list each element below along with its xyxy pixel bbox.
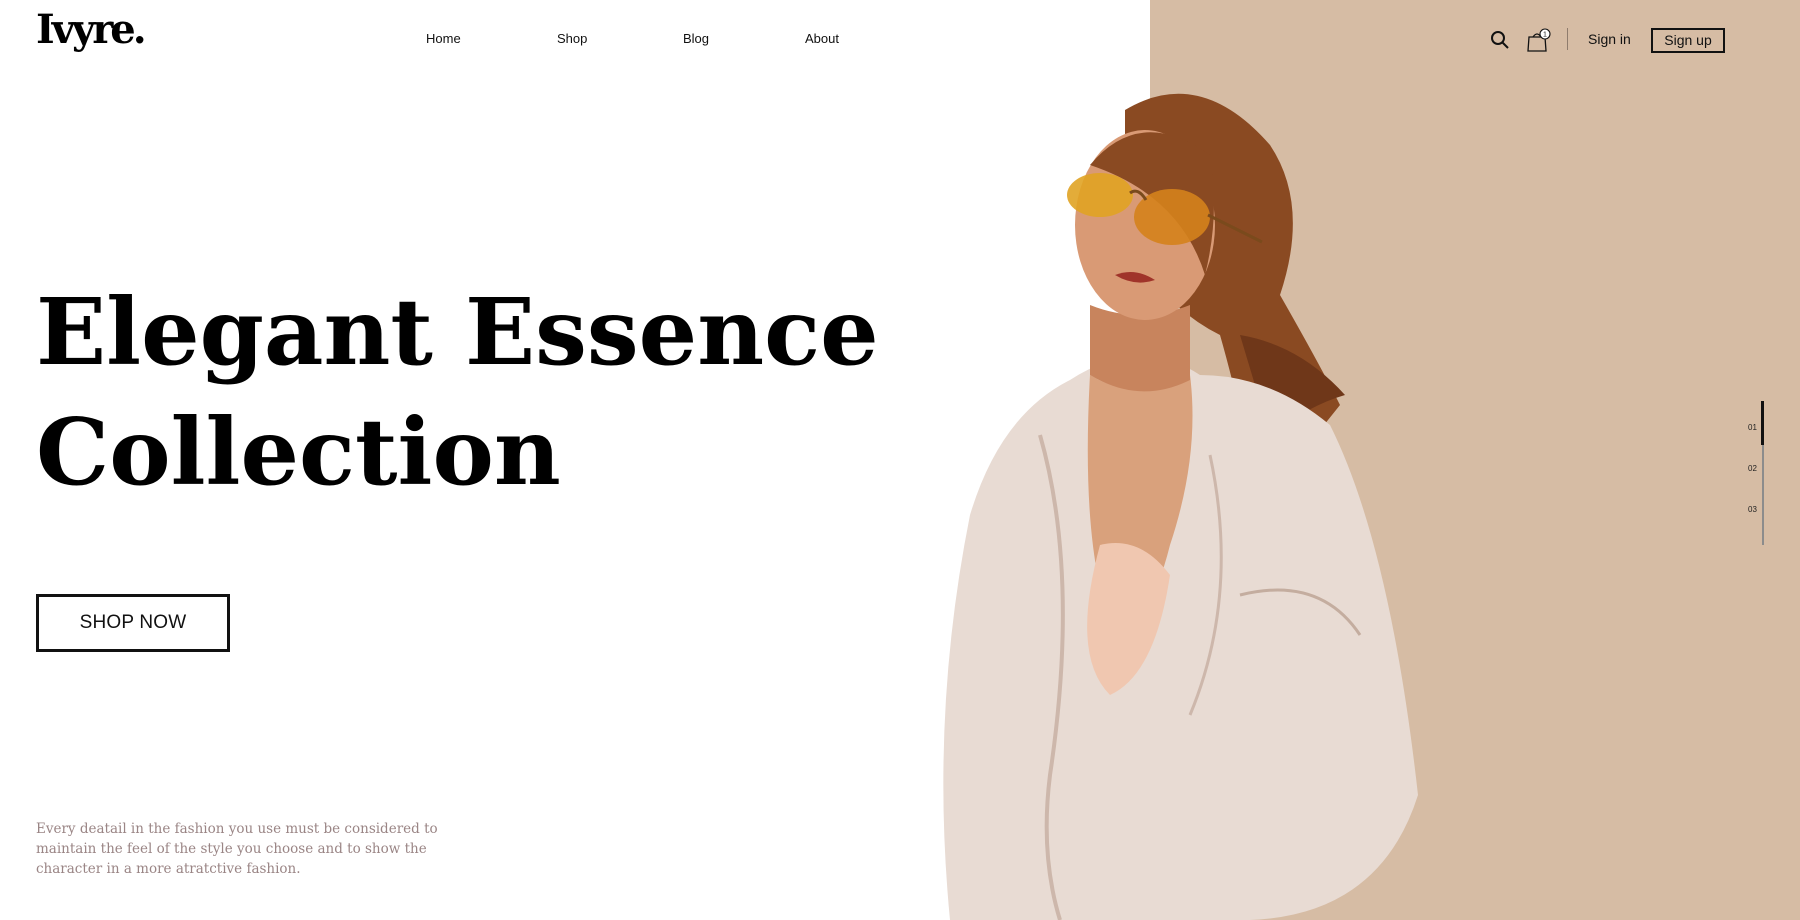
shop-now-button[interactable]: SHOP NOW	[36, 594, 230, 652]
signin-link[interactable]: Sign in	[1588, 31, 1631, 47]
nav-about[interactable]: About	[805, 31, 839, 46]
slide-02[interactable]: 02	[1748, 464, 1757, 473]
signup-button[interactable]: Sign up	[1651, 28, 1725, 53]
nav-blog[interactable]: Blog	[683, 31, 709, 46]
slide-indicator-active	[1761, 401, 1764, 445]
hero-title-line-2: Collection	[36, 398, 561, 506]
hero-title-line-1: Elegant Essence	[36, 278, 879, 386]
model-photo	[943, 93, 1418, 920]
nav-shop[interactable]: Shop	[557, 31, 587, 46]
search-icon[interactable]	[1490, 30, 1510, 55]
slide-03[interactable]: 03	[1748, 505, 1757, 514]
header-divider	[1567, 28, 1568, 50]
cart-count-badge: 1	[1543, 32, 1547, 39]
nav-home[interactable]: Home	[426, 31, 461, 46]
brand-logo[interactable]: Ivyre.	[36, 6, 147, 53]
hero-description: Every deatail in the fashion you use mus…	[36, 820, 438, 877]
slide-01[interactable]: 01	[1748, 423, 1757, 432]
shopping-bag-icon[interactable]: 1	[1526, 27, 1552, 58]
hero-title: Elegant Essence Collection	[36, 272, 936, 512]
